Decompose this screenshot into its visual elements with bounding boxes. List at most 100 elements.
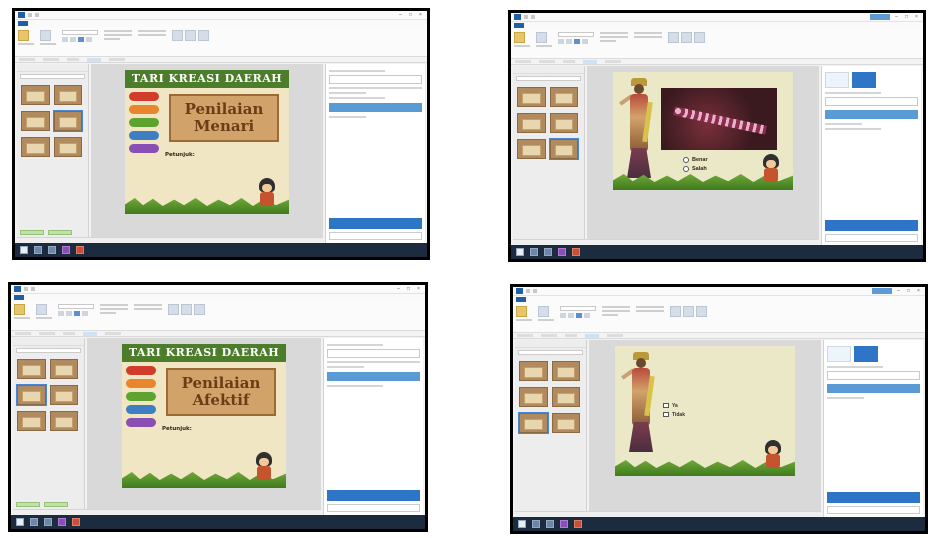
powerpoint-icon[interactable] — [76, 246, 84, 254]
powerpoint-icon[interactable] — [574, 520, 582, 528]
start-icon[interactable] — [16, 518, 24, 526]
slide-thumbnail[interactable] — [551, 413, 580, 433]
minimize-icon[interactable]: – — [395, 286, 402, 293]
presenter-icon[interactable] — [560, 520, 568, 528]
tab-active[interactable] — [87, 57, 101, 62]
explorer-icon[interactable] — [30, 518, 38, 526]
right-pane-selected-item[interactable] — [327, 372, 420, 381]
nav-button[interactable] — [126, 405, 156, 414]
slide-thumbnail[interactable] — [517, 87, 546, 107]
slide-thumbnail[interactable] — [517, 113, 546, 133]
slide-thumbnail[interactable] — [549, 113, 578, 133]
right-pane-action-button[interactable] — [327, 490, 420, 501]
slide-quiz-photo[interactable]: Benar Salah — [613, 72, 793, 190]
maximize-icon[interactable]: □ — [903, 14, 910, 21]
paste-button[interactable] — [514, 32, 525, 43]
slide-thumbnail[interactable] — [21, 111, 50, 131]
tab-active[interactable] — [583, 59, 597, 64]
slide-thumbnail[interactable] — [49, 411, 78, 431]
undo-icon[interactable] — [531, 15, 535, 19]
nav-button[interactable] — [129, 144, 159, 153]
save-icon[interactable] — [524, 15, 528, 19]
font-name-field[interactable] — [58, 304, 94, 309]
slides-search-input[interactable] — [20, 74, 85, 79]
nav-button[interactable] — [126, 366, 156, 375]
minimize-icon[interactable]: – — [895, 288, 902, 295]
maximize-icon[interactable]: □ — [407, 12, 414, 19]
explorer-icon[interactable] — [34, 246, 42, 254]
contextual-tab[interactable] — [872, 288, 892, 294]
paste-button[interactable] — [516, 306, 527, 317]
slide-thumbnail[interactable] — [17, 411, 46, 431]
presenter-icon[interactable] — [62, 246, 70, 254]
slide-title-afektif[interactable]: TARI KREASI DAERAH Penilaian Afektif Pet… — [122, 344, 286, 488]
nav-button[interactable] — [126, 392, 156, 401]
slide-thumbnail[interactable] — [21, 137, 50, 157]
trigger-button[interactable] — [827, 346, 851, 362]
slides-search-input[interactable] — [518, 350, 583, 355]
font-name-field[interactable] — [62, 30, 98, 35]
tab-active[interactable] — [83, 331, 97, 336]
right-pane-action-button[interactable] — [827, 492, 920, 503]
slide-thumbnail[interactable] — [519, 387, 548, 407]
close-icon[interactable]: × — [417, 12, 424, 19]
nav-button[interactable] — [129, 92, 159, 101]
maximize-icon[interactable]: □ — [905, 288, 912, 295]
right-pane-dropdown[interactable] — [827, 371, 920, 380]
right-pane-selected-item[interactable] — [827, 384, 920, 393]
start-icon[interactable] — [518, 520, 526, 528]
slide-thumbnail-selected[interactable] — [52, 110, 83, 132]
slide-thumbnail-selected[interactable] — [518, 412, 549, 434]
tab-file[interactable] — [14, 295, 24, 300]
nav-button[interactable] — [129, 131, 159, 140]
new-slide-button[interactable] — [538, 306, 549, 317]
maximize-icon[interactable]: □ — [405, 286, 412, 293]
radio-button[interactable] — [683, 156, 689, 163]
explorer-icon[interactable] — [48, 246, 56, 254]
tab-active[interactable] — [585, 333, 599, 338]
minimize-icon[interactable]: – — [893, 14, 900, 21]
minimize-icon[interactable]: – — [397, 12, 404, 19]
checkbox[interactable] — [663, 412, 669, 418]
font-name-field[interactable] — [560, 306, 596, 311]
start-icon[interactable] — [20, 246, 28, 254]
checkbox[interactable] — [663, 403, 669, 409]
explorer-icon[interactable] — [546, 520, 554, 528]
save-icon[interactable] — [526, 289, 530, 293]
slide-thumbnail[interactable] — [49, 359, 78, 379]
nav-button[interactable] — [126, 379, 156, 388]
slide-thumbnail[interactable] — [517, 139, 546, 159]
right-pane-dropdown[interactable] — [329, 75, 422, 84]
slide-thumbnail[interactable] — [519, 361, 548, 381]
undo-icon[interactable] — [35, 13, 39, 17]
right-pane-selected-item[interactable] — [825, 110, 918, 119]
slide-thumbnail[interactable] — [17, 359, 46, 379]
paste-button[interactable] — [18, 30, 29, 41]
slide-thumbnail[interactable] — [53, 85, 82, 105]
explorer-icon[interactable] — [44, 518, 52, 526]
option-ya[interactable]: Ya — [663, 402, 685, 411]
right-pane-action-button[interactable] — [825, 220, 918, 231]
save-icon[interactable] — [28, 13, 32, 17]
close-icon[interactable]: × — [415, 286, 422, 293]
slide-thumbnail[interactable] — [49, 385, 78, 405]
tab-file[interactable] — [18, 21, 28, 26]
right-pane-dropdown[interactable] — [825, 97, 918, 106]
slide-thumbnail[interactable] — [549, 87, 578, 107]
presenter-icon[interactable] — [558, 248, 566, 256]
close-icon[interactable]: × — [915, 288, 922, 295]
nav-button[interactable] — [129, 105, 159, 114]
right-pane-selected-item[interactable] — [329, 103, 422, 112]
new-slide-button[interactable] — [36, 304, 47, 315]
font-name-field[interactable] — [558, 32, 594, 37]
option-salah[interactable]: Salah — [683, 165, 708, 174]
powerpoint-icon[interactable] — [572, 248, 580, 256]
powerpoint-icon[interactable] — [72, 518, 80, 526]
close-icon[interactable]: × — [913, 14, 920, 21]
nav-button[interactable] — [129, 118, 159, 127]
tab-file[interactable] — [516, 297, 526, 302]
slide-thumbnail[interactable] — [21, 85, 50, 105]
presenter-icon[interactable] — [58, 518, 66, 526]
slide-thumbnail[interactable] — [551, 387, 580, 407]
undo-icon[interactable] — [533, 289, 537, 293]
